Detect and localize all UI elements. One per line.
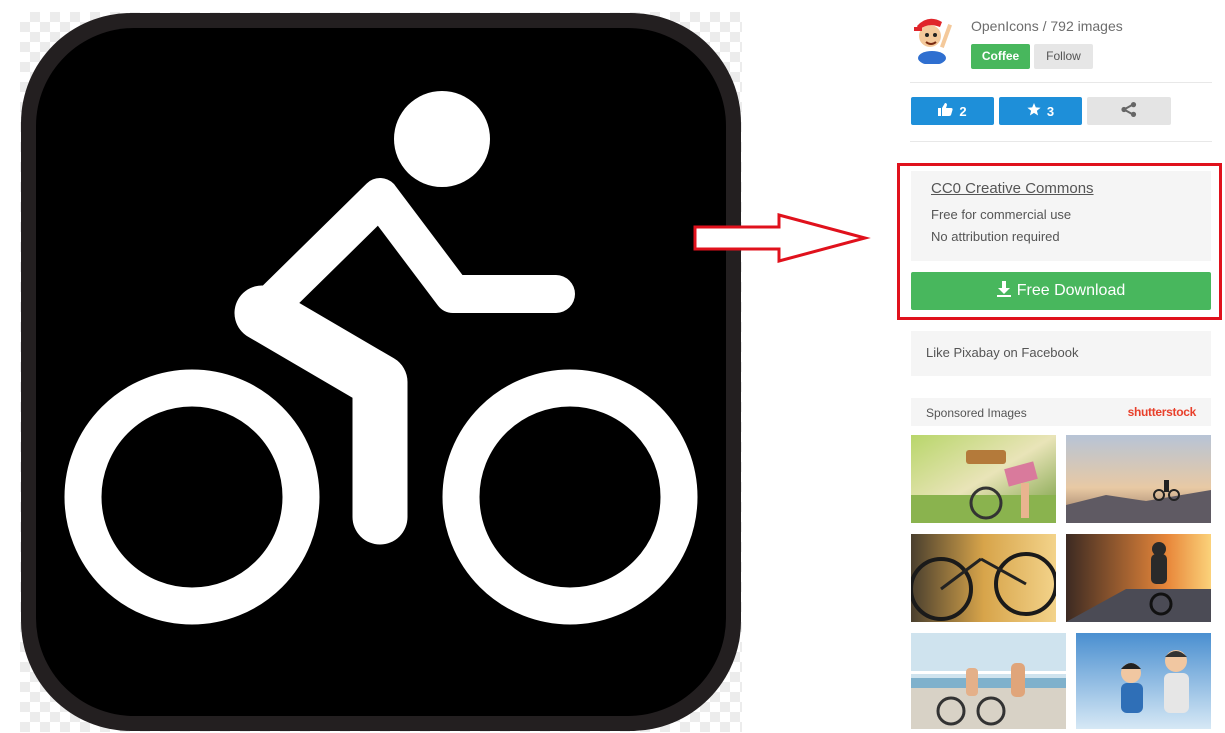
annotation-highlight-box xyxy=(897,163,1222,320)
share-button[interactable] xyxy=(1087,97,1171,125)
share-icon xyxy=(1121,102,1137,120)
like-count: 2 xyxy=(959,103,967,119)
couple-cycling-seaside-photo[interactable] xyxy=(911,633,1066,729)
sponsored-label: Sponsored Images xyxy=(926,406,1027,420)
mountain-biker-silhouette-photo[interactable] xyxy=(1066,435,1211,523)
cyclist-pictogram-icon xyxy=(21,13,741,731)
annotation-arrow xyxy=(693,213,871,263)
road-cyclist-sunset-photo[interactable] xyxy=(1066,534,1211,622)
sponsored-header: Sponsored Images shutterstock xyxy=(911,398,1211,426)
favorite-button[interactable]: 3 xyxy=(999,97,1082,125)
family-cycling-photo[interactable] xyxy=(1076,633,1211,729)
author-name[interactable]: OpenIcons / 792 images xyxy=(971,18,1123,34)
divider xyxy=(910,82,1212,83)
cyclist-basket-photo[interactable] xyxy=(911,435,1056,523)
like-button[interactable]: 2 xyxy=(911,97,994,125)
cartoon-avatar-icon[interactable] xyxy=(910,12,956,65)
star-icon xyxy=(1027,103,1041,119)
divider xyxy=(910,141,1212,142)
facebook-like-text: Like Pixabay on Facebook xyxy=(926,345,1079,360)
shutterstock-logo[interactable]: shutterstock xyxy=(1128,405,1197,419)
main-image[interactable] xyxy=(20,12,742,732)
thumbs-up-icon xyxy=(938,103,953,119)
favorite-count: 3 xyxy=(1046,103,1055,119)
coffee-button[interactable]: Coffee xyxy=(971,44,1030,69)
facebook-panel[interactable]: Like Pixabay on Facebook xyxy=(911,331,1211,376)
follow-button[interactable]: Follow xyxy=(1034,44,1093,69)
bicycle-wheel-sunset-photo[interactable] xyxy=(911,534,1056,622)
author-panel: OpenIcons / 792 images Coffee Follow xyxy=(910,10,1212,69)
sidebar: OpenIcons / 792 images Coffee Follow 2 3… xyxy=(897,0,1222,733)
